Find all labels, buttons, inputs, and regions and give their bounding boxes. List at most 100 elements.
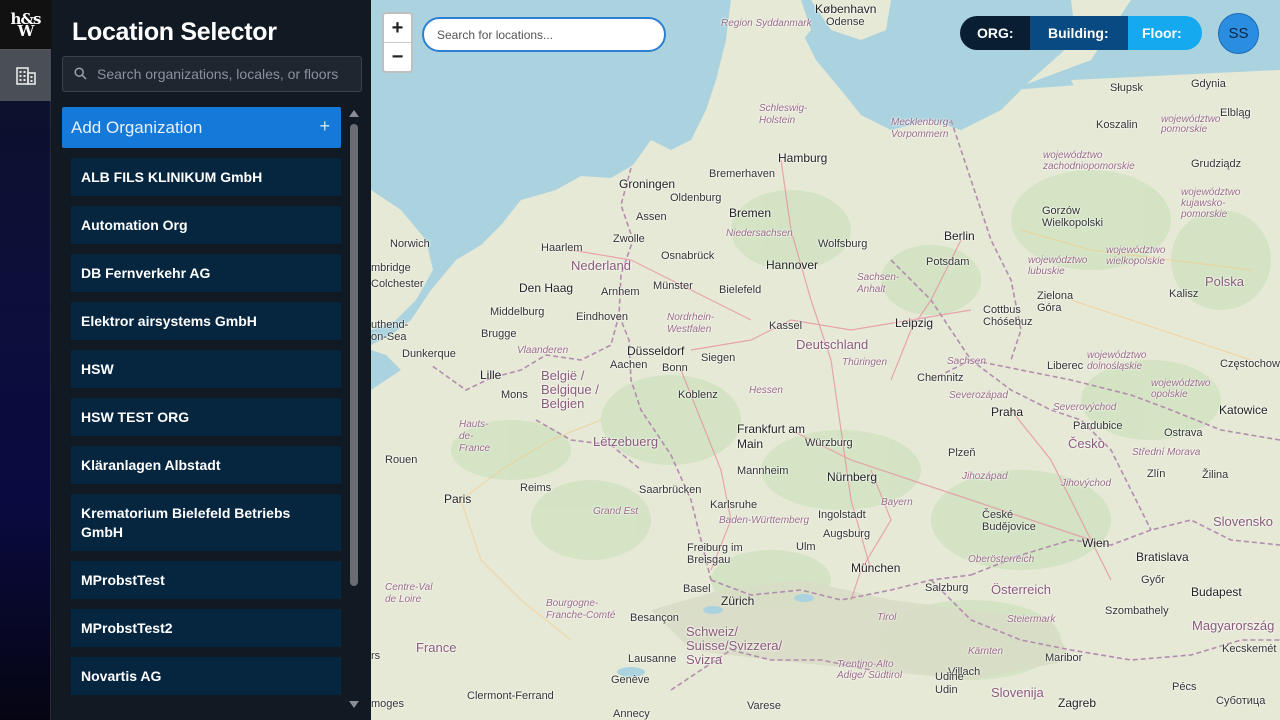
map-label-country: Slovenija — [991, 685, 1044, 700]
org-list-scrollbar[interactable] — [348, 108, 360, 710]
map-label-city: Frankfurt am Main — [737, 422, 806, 451]
map-label-region: województwo pomorskie — [1161, 114, 1221, 135]
map-label-region: Tirol — [877, 612, 897, 623]
scroll-up-icon[interactable] — [349, 110, 359, 117]
map-label-region: województwo wielkopolskie — [1106, 245, 1166, 267]
scrollbar-thumb[interactable] — [350, 124, 358, 586]
logo-text-bottom: W — [17, 21, 35, 40]
location-selector-panel: Location Selector Add Organization + ALB… — [52, 0, 371, 720]
map-label-region: Nordrhein-Westfalen — [667, 312, 715, 335]
add-organization-button[interactable]: Add Organization + — [62, 107, 341, 148]
org-list-item[interactable]: MProbstTest2 — [71, 609, 341, 647]
map-label-city: Bratislava — [1136, 550, 1189, 564]
organization-list: ALB FILS KLINIKUM GmbH Automation Org DB… — [71, 158, 341, 705]
map-label-city: Aachen — [610, 359, 648, 371]
map-label-city: Colchester — [371, 278, 424, 290]
map-label-region: Vlaanderen — [517, 345, 569, 356]
map-label-city: Chemnitz — [917, 372, 964, 384]
map-label-city: Суботица — [1216, 695, 1266, 707]
org-name: HSW TEST ORG — [81, 408, 190, 425]
map-label-city: Győr — [1141, 574, 1165, 586]
map-label-region: Grand Est — [593, 506, 639, 517]
map-label-region: Sachsen — [947, 356, 986, 367]
map-label-region: Severovýchod — [1053, 402, 1117, 413]
map-label-city: Genève — [611, 674, 650, 686]
org-name: Automation Org — [81, 216, 188, 233]
map-label-region: Steiermark — [1007, 614, 1056, 625]
map-label-city: Mons — [501, 389, 528, 401]
hsw-logo[interactable]: h&s W — [0, 0, 51, 50]
map-label-city: Zielona Góra — [1037, 290, 1074, 314]
map-label-city: Koszalin — [1096, 119, 1138, 131]
org-list-item[interactable]: Automation Org — [71, 206, 341, 244]
map-label-city: Salzburg — [925, 582, 969, 594]
map-label-city: rs — [371, 650, 381, 662]
org-name: Elektror airsystems GmbH — [81, 312, 257, 329]
map-label-region: Trentino-Alto Adige/ Südtirol — [837, 659, 903, 681]
scroll-down-icon[interactable] — [349, 701, 359, 708]
map-label-city: Arnhem — [601, 286, 640, 298]
map-label-city: Słupsk — [1110, 82, 1144, 94]
map-label-city: Haarlem — [541, 242, 583, 254]
map-label-region: województwo kujawsko-pomorskie — [1181, 187, 1241, 220]
map-label-region: Oberösterreich — [968, 554, 1035, 565]
map-label-city: Oldenburg — [670, 192, 722, 204]
org-list-item[interactable]: Elektror airsystems GmbH — [71, 302, 341, 340]
map-label-country: Schweiz/ Suisse/Svizzera/ Svizra — [686, 624, 783, 667]
org-search-input[interactable] — [97, 57, 357, 91]
map-label-country: Magyarország — [1192, 618, 1275, 633]
map-label-city: Varese — [747, 700, 782, 712]
map-label-city: Middelburg — [490, 306, 545, 318]
org-list-item[interactable]: ALB FILS KLINIKUM GmbH — [71, 158, 341, 196]
org-list-item[interactable]: DB Fernverkehr AG — [71, 254, 341, 292]
map-label-city: Potsdam — [926, 256, 970, 268]
map-label-city: uthend-on-Sea — [371, 319, 409, 343]
org-search-field[interactable] — [62, 56, 362, 92]
map-label-city: Kassel — [769, 320, 803, 332]
map-label-city: Düsseldorf — [627, 344, 685, 358]
map-label-region: województwo opolskie — [1151, 378, 1211, 400]
map-label-city: Leipzig — [895, 316, 934, 330]
org-list-item[interactable]: HSW TEST ORG — [71, 398, 341, 436]
org-list-item[interactable]: HSW — [71, 350, 341, 388]
zoom-in-button[interactable]: + — [384, 14, 411, 43]
org-name: MProbstTest2 — [81, 619, 173, 636]
org-list-item[interactable]: Novartis AG — [71, 657, 341, 695]
map-label-region: Severozápad — [949, 390, 1008, 401]
map-label-region: Kärnten — [968, 646, 1004, 657]
map-label-country: Deutschland — [796, 337, 869, 352]
map-label-city: Augsburg — [823, 528, 871, 540]
zoom-out-button[interactable]: − — [384, 43, 411, 72]
map-label-city: Kecskemét — [1222, 643, 1277, 655]
map-label-city: Cottbus Chóśebuz — [983, 304, 1033, 328]
map-label-region: Baden-Württemberg — [719, 515, 810, 526]
map-label-country: Polska — [1205, 274, 1245, 289]
map-label-city: Basel — [683, 583, 711, 595]
org-list-item[interactable]: MProbstTest — [71, 561, 341, 599]
map-label-city: Würzburg — [805, 437, 853, 449]
map-label-city: Mannheim — [737, 465, 789, 477]
org-name: Krematorium Bielefeld Betriebs GmbH — [81, 504, 291, 540]
breadcrumb-org[interactable]: ORG: — [960, 16, 1030, 50]
breadcrumb-floor[interactable]: Floor: — [1128, 16, 1202, 50]
map-label-region: Bourgogne-Franche-Comté — [546, 598, 616, 621]
map-label-region: Střední Morava — [1132, 447, 1201, 458]
map-label-city: Rouen — [385, 454, 418, 466]
map-label-city: Dunkerque — [402, 348, 456, 360]
user-avatar[interactable]: SS — [1218, 13, 1259, 54]
location-search-field[interactable] — [422, 17, 666, 52]
locations-nav-button[interactable] — [0, 50, 51, 101]
org-list-item[interactable]: Krematorium Bielefeld Betriebs GmbH — [71, 494, 341, 551]
map-label-city: Wolfsburg — [818, 238, 868, 250]
location-search-input[interactable] — [424, 19, 664, 50]
map-view[interactable]: København Odense Region Syddanmark Słups… — [371, 0, 1280, 720]
breadcrumb-building[interactable]: Building: — [1030, 16, 1128, 50]
map-label-city: Zürich — [721, 594, 755, 608]
map-label-city: Bremerhaven — [709, 168, 776, 180]
org-name: MProbstTest — [81, 571, 165, 588]
map-label-city: Gdynia — [1191, 78, 1226, 90]
map-label-city: Hamburg — [778, 151, 828, 165]
org-list-item[interactable]: Kläranlagen Albstadt — [71, 446, 341, 484]
map-label-region: Hauts-de-France — [459, 419, 491, 454]
building-icon — [15, 66, 36, 85]
